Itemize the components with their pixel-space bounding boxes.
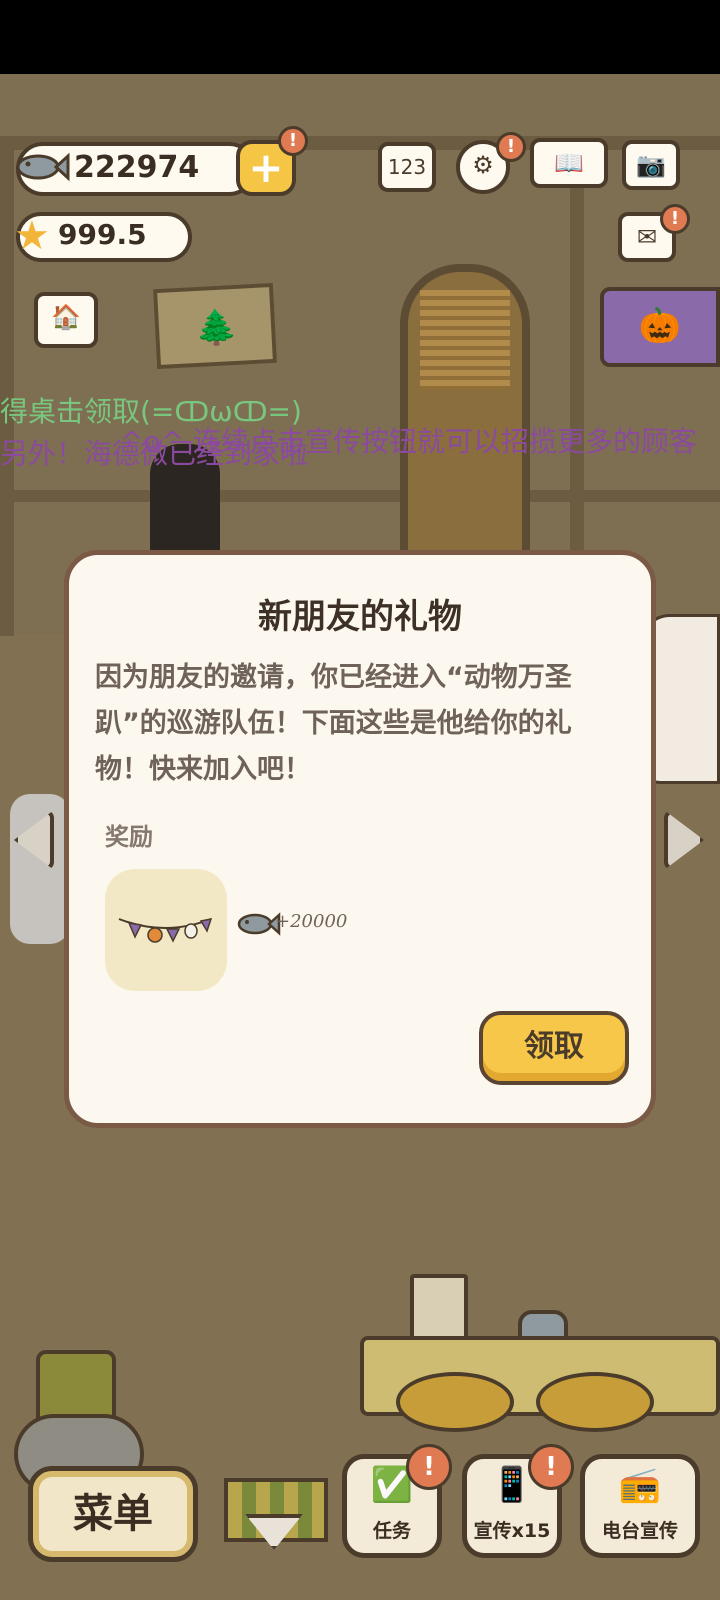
dialog-title: 新朋友的礼物 bbox=[258, 597, 462, 637]
camera-button[interactable]: 📷 bbox=[622, 140, 680, 190]
alert-badge: ! bbox=[406, 1444, 452, 1490]
halloween-garland-icon bbox=[118, 918, 213, 943]
task-label: 任务 bbox=[372, 1520, 411, 1542]
ranking-button[interactable]: 123 bbox=[378, 142, 436, 192]
radio-promo-button[interactable]: 📻 电台宣传 bbox=[580, 1454, 700, 1558]
halloween-event-button[interactable]: 🎃 bbox=[600, 287, 720, 367]
tree-sign: 🌲 bbox=[152, 282, 278, 370]
reward-item-card bbox=[105, 869, 227, 991]
radio-promo-label: 电台宣传 bbox=[601, 1520, 678, 1542]
alert-badge: ! bbox=[278, 126, 308, 156]
radio-icon: 📻 bbox=[618, 1465, 662, 1505]
stool bbox=[396, 1372, 514, 1432]
shop-button[interactable]: 🏠 bbox=[34, 292, 98, 348]
status-bar bbox=[0, 0, 720, 74]
stool bbox=[536, 1372, 654, 1432]
gray-cat[interactable] bbox=[10, 794, 70, 944]
tree-icon: 🌲 bbox=[193, 306, 239, 350]
door-blinds bbox=[420, 290, 510, 390]
star-icon: ★ bbox=[14, 213, 50, 259]
menu-label: 菜单 bbox=[73, 1491, 153, 1537]
reward-label: 奖励 bbox=[105, 823, 153, 851]
claim-button[interactable]: 领取 bbox=[479, 1011, 629, 1085]
gift-dialog: 新朋友的礼物 因为朋友的邀请，你已经进入“动物万圣趴”的巡游队伍！下面这些是他给… bbox=[64, 550, 656, 1128]
alert-badge: ! bbox=[660, 204, 690, 234]
reward-amount: +20000 bbox=[275, 911, 348, 932]
alert-badge: ! bbox=[528, 1444, 574, 1490]
promo-label: 宣传x15 bbox=[473, 1520, 551, 1542]
fish-icon bbox=[16, 152, 70, 182]
wall-beam bbox=[0, 490, 720, 502]
ticker-message: ^o^ 连续点击宣传按钮就可以招揽更多的顾客 bbox=[120, 425, 697, 458]
menu-button[interactable]: 菜单 bbox=[28, 1466, 198, 1562]
star-count: 999.5 bbox=[58, 218, 147, 251]
book-button[interactable]: 📖 bbox=[530, 138, 608, 188]
post-left bbox=[0, 136, 14, 636]
claim-label: 领取 bbox=[524, 1029, 584, 1064]
dialog-message: 因为朋友的邀请，你已经进入“动物万圣趴”的巡游队伍！下面这些是他给你的礼物！快来… bbox=[95, 662, 572, 785]
fish-count: 222974 bbox=[74, 150, 200, 185]
alert-badge: ! bbox=[496, 132, 526, 162]
cafe-door bbox=[400, 264, 530, 564]
